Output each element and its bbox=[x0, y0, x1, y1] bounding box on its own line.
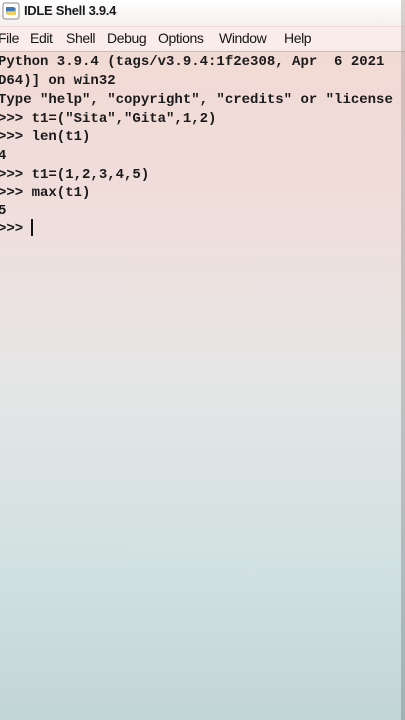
menu-help[interactable]: Help bbox=[284, 30, 312, 46]
banner-line: Type "help", "copyright", "credits" or "… bbox=[0, 92, 393, 108]
banner-line: D64)] on win32 bbox=[0, 73, 116, 89]
menu-shell[interactable]: Shell bbox=[66, 30, 96, 46]
menu-debug[interactable]: Debug bbox=[107, 30, 147, 46]
window-edge bbox=[401, 0, 405, 720]
menu-edit[interactable]: Edit bbox=[30, 30, 53, 46]
shell-text-area[interactable]: Python 3.9.4 (tags/v3.9.4:1f2e308, Apr 6… bbox=[0, 52, 405, 720]
title-bar[interactable]: IDLE Shell 3.9.4 bbox=[0, 0, 405, 26]
input-line: >>> max(t1) bbox=[0, 185, 91, 201]
output-line: 5 bbox=[0, 203, 7, 219]
python-idle-icon bbox=[2, 2, 20, 20]
output-line: 4 bbox=[0, 148, 7, 164]
text-cursor bbox=[31, 219, 33, 236]
menu-bar: File Edit Shell Debug Options Window Hel… bbox=[0, 27, 405, 52]
input-line: >>> len(t1) bbox=[0, 129, 91, 145]
input-line: >>> t1=("Sita","Gita",1,2) bbox=[0, 111, 217, 127]
menu-options[interactable]: Options bbox=[158, 30, 204, 46]
banner-line: Python 3.9.4 (tags/v3.9.4:1f2e308, Apr 6… bbox=[0, 54, 385, 70]
window-title: IDLE Shell 3.9.4 bbox=[24, 3, 117, 18]
idle-shell-window: IDLE Shell 3.9.4 File Edit Shell Debug O… bbox=[0, 0, 405, 720]
input-line: >>> t1=(1,2,3,4,5) bbox=[0, 167, 150, 183]
menu-file[interactable]: File bbox=[0, 30, 19, 46]
prompt-line[interactable]: >>> bbox=[0, 220, 32, 239]
menu-window[interactable]: Window bbox=[219, 30, 267, 46]
